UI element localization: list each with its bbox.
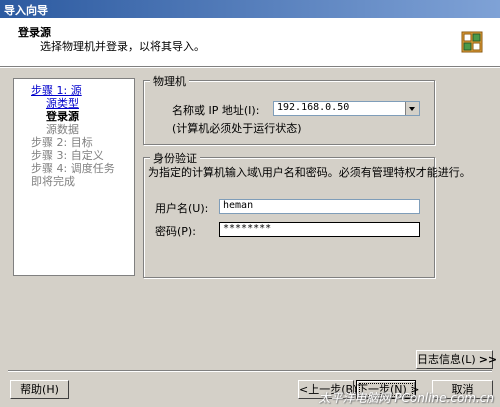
double-chevron-right-icon: >> <box>478 353 498 366</box>
wizard-steps-panel: 步骤 1: 源 源类型 登录源 源数据 步骤 2: 目标 步骤 3: 自定义 步… <box>13 78 135 276</box>
username-field[interactable]: heman <box>219 199 420 214</box>
header-divider <box>0 67 500 68</box>
page-subtitle: 选择物理机并登录，以将其导入。 <box>40 40 205 53</box>
password-field[interactable]: ******** <box>219 222 420 237</box>
username-label: 用户名(U): <box>155 202 209 215</box>
footer-divider <box>8 370 492 371</box>
name-ip-combobox[interactable]: 192.168.0.50 <box>273 101 420 116</box>
nav-finish: 即将完成 <box>31 175 75 188</box>
wizard-header: 登录源 选择物理机并登录，以将其导入。 <box>0 18 500 67</box>
username-value: heman <box>223 200 254 211</box>
auth-description: 为指定的计算机输入域\用户名和密码。必须有管理特权才能进行。 <box>148 166 471 179</box>
window-title: 导入向导 <box>4 4 48 17</box>
log-info-button[interactable]: 日志信息(L) >> <box>416 350 497 369</box>
watermark: 太平洋电脑网 PConline.com.cn <box>318 391 495 405</box>
wizard-icon <box>461 31 483 53</box>
password-label: 密码(P): <box>155 225 196 238</box>
help-button[interactable]: 帮助(H) <box>10 380 69 399</box>
log-info-label: 日志信息(L) <box>417 353 476 366</box>
physical-machine-legend: 物理机 <box>150 73 189 89</box>
title-bar[interactable]: 导入向导 <box>0 0 500 18</box>
machine-running-hint: (计算机必须处于运行状态) <box>172 122 302 135</box>
chevron-down-icon[interactable] <box>405 102 419 115</box>
name-ip-value: 192.168.0.50 <box>277 102 350 113</box>
import-wizard-window: 导入向导 登录源 选择物理机并登录，以将其导入。 步骤 1: 源 源类型 登录源… <box>0 0 500 407</box>
name-ip-label: 名称或 IP 地址(I): <box>172 104 260 117</box>
help-label: 帮助(H) <box>20 383 59 396</box>
password-value: ******** <box>223 223 272 234</box>
